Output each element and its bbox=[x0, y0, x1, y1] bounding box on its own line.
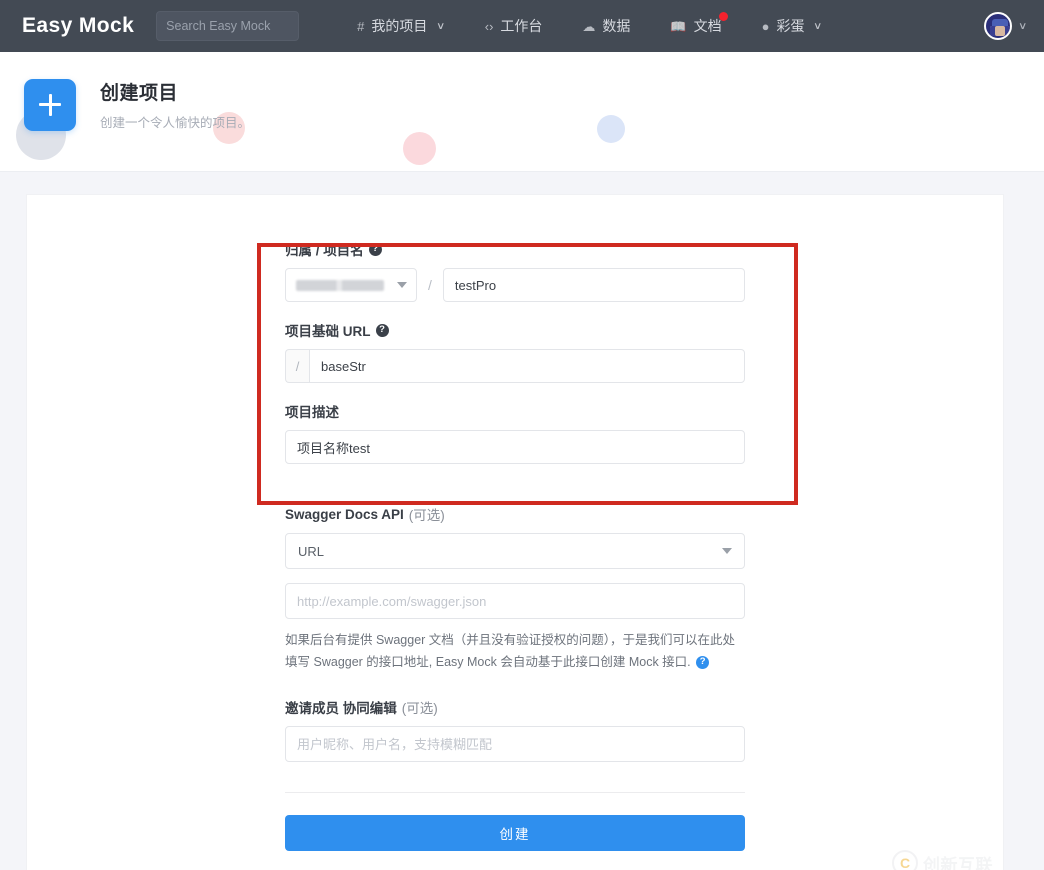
book-icon: 📖 bbox=[670, 18, 687, 34]
nav-item-label: 工作台 bbox=[500, 18, 543, 34]
swagger-help-text: 如果后台有提供 Swagger 文档（并且没有验证授权的问题），于是我们可以在此… bbox=[285, 630, 745, 673]
swagger-url-field[interactable] bbox=[285, 583, 745, 619]
base-url-field[interactable] bbox=[309, 349, 745, 383]
nav-item-label: 数据 bbox=[602, 18, 631, 34]
chevron-down-icon: ∨ bbox=[436, 20, 446, 32]
description-field[interactable] bbox=[285, 430, 745, 464]
swagger-type-select[interactable]: URL bbox=[285, 533, 745, 569]
swagger-label: Swagger Docs API bbox=[285, 506, 404, 522]
field-base-url: 项目基础 URL ? / bbox=[285, 320, 745, 383]
page-banner: 创建项目 创建一个令人愉快的项目。 bbox=[0, 52, 1044, 172]
swagger-optional: (可选) bbox=[408, 508, 445, 523]
watermark: C 创新互联 bbox=[892, 850, 993, 870]
project-name-field[interactable] bbox=[442, 268, 745, 302]
members-field[interactable] bbox=[285, 726, 745, 762]
watermark-text: 创新互联 bbox=[923, 855, 993, 870]
base-url-label: 项目基础 URL bbox=[285, 324, 371, 339]
owner-value-redacted bbox=[296, 279, 384, 291]
field-label: 归属 / 项目名 ? bbox=[285, 239, 745, 259]
swagger-type-value: URL bbox=[298, 543, 325, 559]
nav-items: # 我的项目 ∨ ‹› 工作台 ☁ 数据 📖 文档 ● 彩蛋 ∨ bbox=[337, 0, 842, 52]
description-label: 项目描述 bbox=[285, 405, 339, 420]
create-button[interactable]: 创建 bbox=[285, 815, 745, 851]
chevron-down-icon: ∨ bbox=[813, 20, 823, 32]
field-swagger: Swagger Docs API (可选) URL 如果后台有提供 Swagge… bbox=[285, 504, 745, 673]
banner-content: 创建项目 创建一个令人愉快的项目。 bbox=[0, 52, 1044, 131]
field-label: Swagger Docs API (可选) bbox=[285, 504, 745, 524]
owner-select[interactable] bbox=[285, 268, 417, 302]
docs-notification-badge bbox=[718, 12, 728, 21]
path-separator: / bbox=[428, 277, 432, 293]
watermark-logo-icon: C bbox=[892, 850, 918, 870]
help-icon[interactable]: ? bbox=[375, 323, 389, 337]
nav-item-easter-egg[interactable]: ● 彩蛋 ∨ bbox=[742, 0, 842, 52]
brand-logo[interactable]: Easy Mock bbox=[22, 14, 134, 38]
base-url-row: / bbox=[285, 349, 745, 383]
user-menu[interactable]: ∨ bbox=[983, 12, 1027, 40]
nav-item-data[interactable]: ☁ 数据 bbox=[562, 0, 650, 52]
base-url-input[interactable] bbox=[321, 358, 733, 374]
field-label: 项目描述 bbox=[285, 401, 745, 421]
code-icon: ‹› bbox=[484, 18, 494, 34]
help-icon[interactable]: ? bbox=[368, 242, 382, 256]
nav-item-workbench[interactable]: ‹› 工作台 bbox=[465, 0, 563, 52]
search-box[interactable] bbox=[156, 11, 300, 41]
page-title: 创建项目 bbox=[100, 83, 179, 104]
chevron-down-icon bbox=[397, 282, 407, 288]
avatar[interactable] bbox=[983, 12, 1012, 40]
field-owner-project: 归属 / 项目名 ? / bbox=[285, 239, 745, 302]
field-members: 邀请成员 协同编辑 (可选) bbox=[285, 697, 745, 762]
hash-icon: # bbox=[357, 18, 365, 34]
decor-circle-pink-2 bbox=[403, 132, 436, 165]
members-input[interactable] bbox=[297, 736, 733, 752]
field-description: 项目描述 bbox=[285, 401, 745, 464]
search-input[interactable] bbox=[166, 19, 290, 33]
owner-project-row: / bbox=[285, 268, 745, 302]
cloud-icon: ☁ bbox=[582, 18, 596, 34]
top-navbar: Easy Mock # 我的项目 ∨ ‹› 工作台 ☁ 数据 📖 文档 ● 彩蛋… bbox=[0, 0, 1044, 52]
chevron-down-icon: ∨ bbox=[1017, 20, 1027, 32]
banner-text: 创建项目 创建一个令人愉快的项目。 bbox=[100, 78, 250, 131]
swagger-help-line2: Swagger 的接口地址, Easy Mock 会自动基于此接口创建 Mock… bbox=[313, 654, 691, 669]
nav-item-my-projects[interactable]: # 我的项目 ∨ bbox=[337, 0, 465, 52]
swagger-url-input[interactable] bbox=[297, 593, 733, 609]
project-name-input[interactable] bbox=[454, 277, 733, 293]
field-label: 邀请成员 协同编辑 (可选) bbox=[285, 697, 745, 717]
create-project-card: 归属 / 项目名 ? / 项目基础 URL bbox=[26, 194, 1004, 870]
help-icon[interactable]: ? bbox=[696, 655, 710, 669]
create-project-form: 归属 / 项目名 ? / 项目基础 URL bbox=[285, 195, 745, 851]
owner-project-label: 归属 / 项目名 bbox=[285, 243, 364, 258]
form-divider bbox=[285, 792, 745, 793]
description-input[interactable] bbox=[297, 439, 733, 455]
members-label: 邀请成员 协同编辑 bbox=[285, 701, 397, 716]
page-body: 归属 / 项目名 ? / 项目基础 URL bbox=[0, 172, 1044, 870]
base-url-prefix: / bbox=[285, 349, 309, 383]
members-optional: (可选) bbox=[401, 701, 438, 716]
plus-icon bbox=[24, 78, 76, 131]
nav-item-label: 我的项目 bbox=[371, 18, 428, 34]
egg-icon: ● bbox=[761, 18, 770, 34]
nav-item-label: 文档 bbox=[693, 18, 722, 34]
nav-item-docs[interactable]: 📖 文档 bbox=[650, 0, 741, 52]
page-subtitle: 创建一个令人愉快的项目。 bbox=[100, 116, 251, 130]
field-label: 项目基础 URL ? bbox=[285, 320, 745, 340]
chevron-down-icon bbox=[722, 548, 732, 554]
nav-item-label: 彩蛋 bbox=[776, 18, 805, 34]
